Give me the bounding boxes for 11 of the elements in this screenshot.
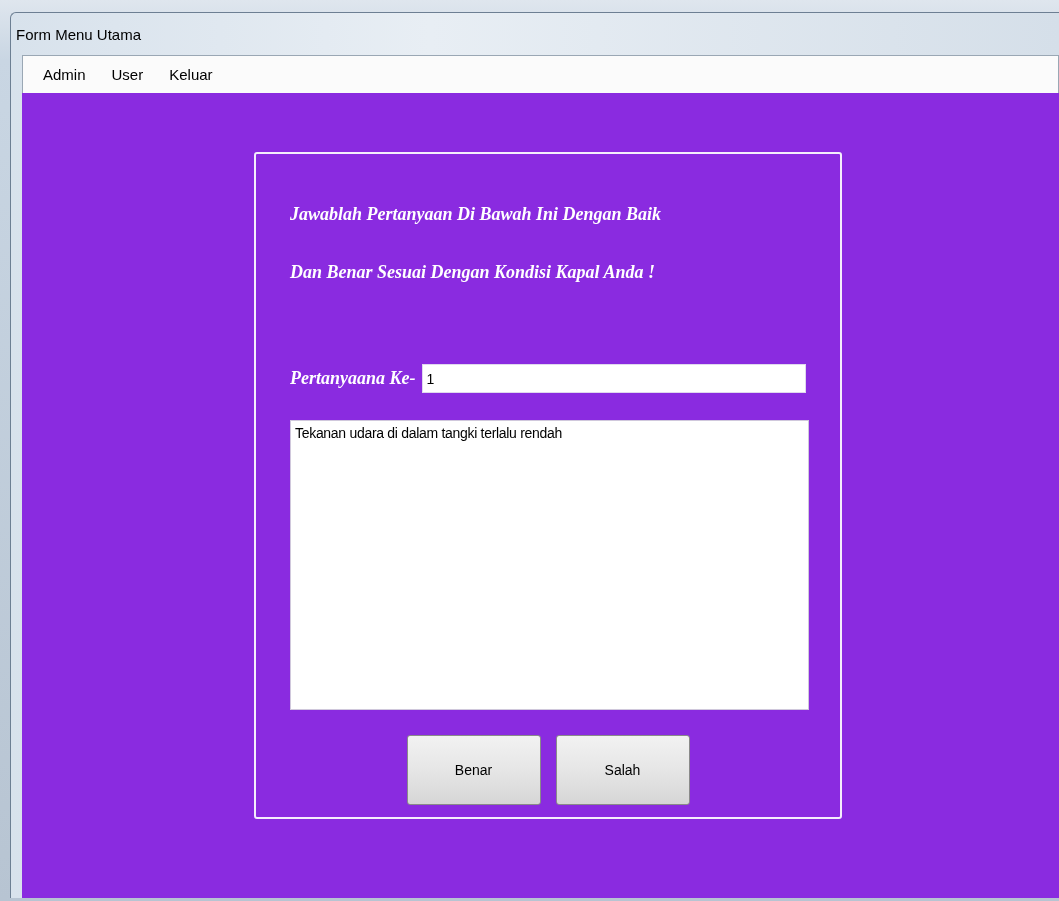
instruction-text: Jawablah Pertanyaan Di Bawah Ini Dengan Baik: [290, 203, 663, 226]
question-text-area[interactable]: Tekanan udara di dalam tangki terlalu rendah: [290, 420, 809, 710]
window-title: Form Menu Utama: [16, 25, 142, 43]
menu-item[interactable]: Keluar: [161, 62, 221, 87]
question-number-label: Pertanyaana Ke-: [290, 368, 416, 389]
menu-item[interactable]: Admin: [35, 62, 94, 87]
answer-button[interactable]: Benar: [406, 735, 541, 805]
answer-button[interactable]: Salah: [555, 735, 690, 805]
question-number-field[interactable]: 1: [421, 364, 806, 393]
instruction-text: Dan Benar Sesuai Dengan Kondisi Kapal Anda !: [290, 261, 656, 284]
menu-item[interactable]: User: [103, 62, 152, 87]
